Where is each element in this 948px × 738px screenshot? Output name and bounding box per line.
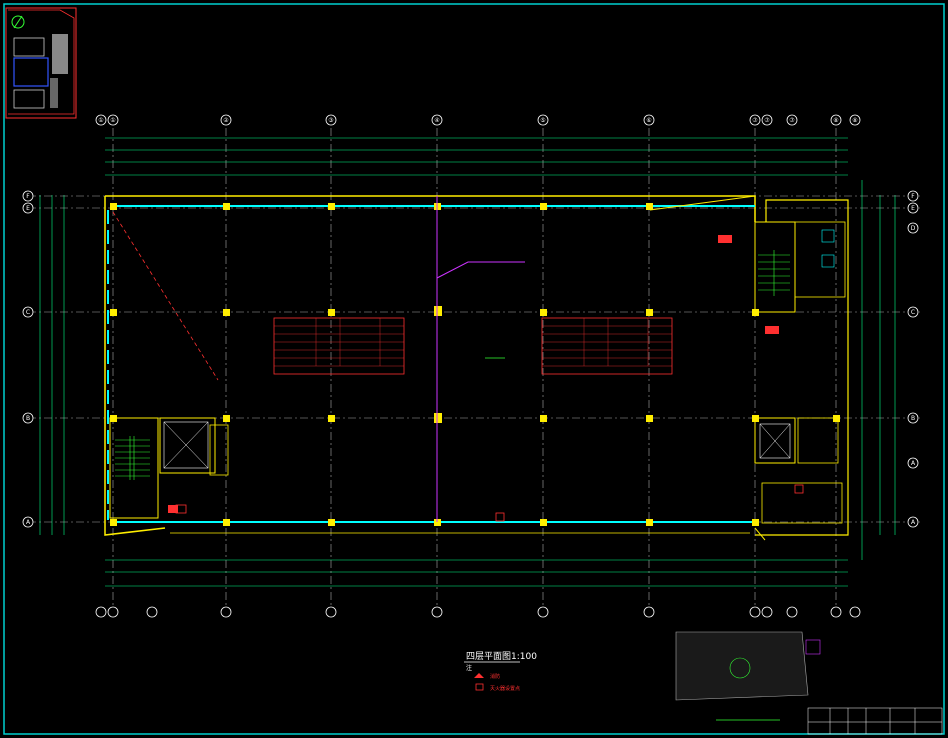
axis-label: ⑥ xyxy=(646,117,651,124)
axis-label: D xyxy=(911,225,916,232)
left-dimension-lines xyxy=(39,195,65,535)
axis-bubbles-bottom xyxy=(95,606,861,618)
right-dimension-lines xyxy=(861,180,896,560)
bottom-dimension-lines xyxy=(105,559,848,587)
axis-bubble-labels-right: F E D C B A A xyxy=(911,193,916,526)
axis-label: ⑧ xyxy=(852,117,857,124)
axis-label: ④ xyxy=(434,117,439,124)
axis-label: E xyxy=(911,205,915,212)
axis-label: ① xyxy=(98,117,103,124)
axis-label: ⑦ xyxy=(789,117,795,124)
axis-bubbles-left xyxy=(22,190,34,528)
axis-label: C xyxy=(911,309,915,316)
axis-bubbles-top xyxy=(95,114,861,126)
drawing-frame xyxy=(3,3,945,735)
axis-label: B xyxy=(911,415,915,422)
schedule-table-right xyxy=(541,317,673,375)
legend-label-extinguisher: 灭火器设置点 xyxy=(490,685,520,692)
cad-drawing-canvas[interactable]: ① ① ② ③ ④ ⑤ ⑥ ⑦ ⑦ ⑦ ⑧ ⑧ F E C B A F E D … xyxy=(0,0,948,738)
axis-label: ② xyxy=(223,117,229,124)
drawing-title-note: 注 xyxy=(466,664,472,672)
axis-label: C xyxy=(26,309,30,316)
red-diagonal-line xyxy=(112,211,219,381)
magenta-lines xyxy=(436,196,525,522)
axis-label: ⑧ xyxy=(833,117,838,124)
extinguisher-icon xyxy=(475,683,484,691)
axis-label: F xyxy=(911,193,915,200)
axis-label: E xyxy=(26,205,30,212)
site-plan-inset xyxy=(675,631,821,721)
axis-label: ⑦ xyxy=(764,117,770,124)
annotation-marks xyxy=(168,235,804,522)
fire-hydrant-icon xyxy=(474,673,484,678)
drawing-title: 四层平面图1:100 xyxy=(466,651,537,662)
axis-label: F xyxy=(26,193,30,200)
top-dimension-lines xyxy=(105,137,848,176)
left-stair-block xyxy=(109,417,229,519)
key-plan-thumbnail xyxy=(5,7,77,119)
building-walls xyxy=(104,195,849,541)
axis-label: B xyxy=(26,415,30,422)
legend: 消防 灭火器设置点 xyxy=(474,673,520,692)
axis-bubble-labels-left: F E C B A xyxy=(26,193,31,526)
legend-label-hydrant: 消防 xyxy=(490,673,500,680)
axis-label: ⑤ xyxy=(540,117,545,124)
structural-columns xyxy=(110,203,840,526)
right-core xyxy=(754,221,846,524)
schedule-table-left xyxy=(273,317,405,375)
axis-label: ① xyxy=(110,117,115,124)
axis-label: ⑦ xyxy=(752,117,758,124)
title-block-table xyxy=(807,707,943,735)
axis-bubbles-right xyxy=(907,190,919,528)
axis-bubble-labels-top: ① ① ② ③ ④ ⑤ ⑥ ⑦ ⑦ ⑦ ⑧ ⑧ xyxy=(98,117,857,124)
axis-label: ③ xyxy=(328,117,333,124)
